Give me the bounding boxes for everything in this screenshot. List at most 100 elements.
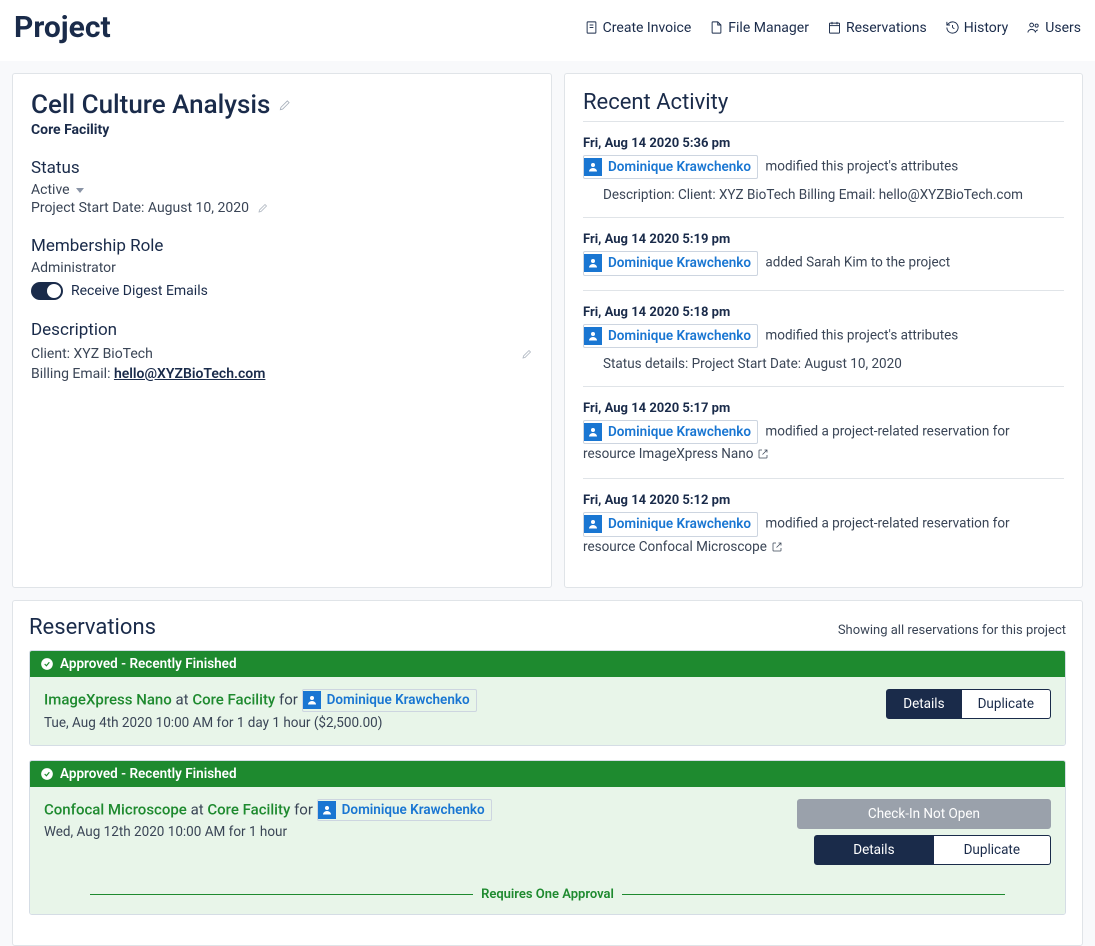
reservation-status-bar: Approved - Recently Finished [30, 761, 1065, 787]
nav-users[interactable]: Users [1026, 20, 1081, 36]
user-chip[interactable]: Dominique Krawchenko [583, 251, 758, 275]
user-chip[interactable]: Dominique Krawchenko [583, 512, 758, 536]
client-text: Client: XYZ BioTech [31, 346, 153, 362]
nav-file-manager[interactable]: File Manager [709, 20, 809, 36]
billing-row: Billing Email: hello@XYZBioTech.com [31, 366, 533, 382]
facility-name: Core Facility [31, 122, 533, 138]
activity-detail: Status details: Project Start Date: Augu… [603, 356, 1064, 372]
reservations-section: Reservations Showing all reservations fo… [12, 600, 1083, 946]
nav-users-label: Users [1045, 20, 1081, 36]
user-chip[interactable]: Dominique Krawchenko [583, 324, 758, 348]
edit-description-icon[interactable] [521, 348, 533, 360]
user-chip-name: Dominique Krawchenko [336, 800, 491, 821]
activity-body: Dominique Krawchenko modified a project-… [583, 420, 1064, 465]
user-icon [584, 158, 602, 176]
reservation-timing: Tue, Aug 4th 2020 10:00 AM for 1 day 1 h… [44, 714, 481, 733]
activity-action: modified this project's attributes [765, 327, 958, 343]
user-chip-name: Dominique Krawchenko [602, 156, 757, 178]
reservation-status-bar: Approved - Recently Finished [30, 651, 1065, 677]
caret-down-icon [76, 188, 84, 193]
checkin-disabled-button: Check-In Not Open [797, 799, 1051, 829]
reservation-facility[interactable]: Core Facility [207, 800, 290, 818]
edit-title-icon[interactable] [278, 98, 292, 112]
nav-file-manager-label: File Manager [728, 20, 809, 36]
page-title: Project [14, 10, 111, 45]
reservation-card: Approved - Recently Finished Confocal Mic… [29, 760, 1066, 915]
user-chip-name: Dominique Krawchenko [602, 421, 757, 443]
nav-create-invoice[interactable]: Create Invoice [584, 20, 692, 36]
digest-label: Receive Digest Emails [71, 283, 208, 299]
nav-reservations-label: Reservations [846, 20, 927, 36]
project-title: Cell Culture Analysis [31, 90, 270, 120]
users-icon [1026, 20, 1041, 35]
billing-email-link[interactable]: hello@XYZBioTech.com [114, 366, 265, 382]
reservations-title: Reservations [29, 615, 156, 640]
activity-item: Fri, Aug 14 2020 5:36 pm Dominique Krawch… [583, 121, 1064, 217]
history-icon [945, 20, 960, 35]
membership-value: Administrator [31, 260, 533, 276]
calendar-icon [827, 20, 842, 35]
user-chip-name: Dominique Krawchenko [321, 690, 476, 711]
membership-label: Membership Role [31, 236, 533, 256]
reservation-resource[interactable]: ImageXpress Nano [44, 690, 172, 708]
user-chip-name: Dominique Krawchenko [602, 325, 757, 347]
nav-reservations[interactable]: Reservations [827, 20, 927, 36]
invoice-icon [584, 20, 599, 35]
activity-item: Fri, Aug 14 2020 5:12 pm Dominique Krawch… [583, 478, 1064, 571]
project-info-card: Cell Culture Analysis Core Facility Stat… [12, 73, 552, 588]
user-chip-name: Dominique Krawchenko [602, 252, 757, 274]
activity-time: Fri, Aug 14 2020 5:19 pm [583, 232, 1064, 247]
status-dropdown[interactable]: Active [31, 182, 533, 198]
activity-item: Fri, Aug 14 2020 5:17 pm Dominique Krawch… [583, 386, 1064, 479]
edit-start-date-icon[interactable] [257, 202, 269, 214]
user-icon [584, 515, 602, 533]
activity-time: Fri, Aug 14 2020 5:18 pm [583, 305, 1064, 320]
description-label: Description [31, 320, 533, 340]
reservation-card: Approved - Recently Finished ImageXpress … [29, 650, 1066, 746]
activity-item: Fri, Aug 14 2020 5:18 pm Dominique Krawch… [583, 290, 1064, 386]
activity-time: Fri, Aug 14 2020 5:17 pm [583, 401, 1064, 416]
activity-detail: Description: Client: XYZ BioTech Billing… [603, 187, 1064, 203]
external-link-icon[interactable] [757, 448, 769, 460]
details-button[interactable]: Details [886, 689, 961, 719]
recent-activity-card: Recent Activity Fri, Aug 14 2020 5:36 pm… [564, 73, 1083, 588]
user-icon [584, 423, 602, 441]
reservation-status-text: Approved - Recently Finished [60, 766, 237, 782]
activity-time: Fri, Aug 14 2020 5:36 pm [583, 136, 1064, 151]
reservation-facility[interactable]: Core Facility [192, 690, 275, 708]
activity-action: modified this project's attributes [765, 159, 958, 175]
status-label: Status [31, 158, 533, 178]
activity-item: Fri, Aug 14 2020 5:19 pm Dominique Krawch… [583, 217, 1064, 289]
top-nav: Create Invoice File Manager Reservations… [584, 20, 1081, 36]
duplicate-button[interactable]: Duplicate [962, 689, 1051, 719]
start-date-text: Project Start Date: August 10, 2020 [31, 200, 249, 216]
duplicate-button[interactable]: Duplicate [934, 835, 1051, 865]
activity-body: Dominique Krawchenko modified this proje… [583, 324, 1064, 348]
reservation-timing: Wed, Aug 12th 2020 10:00 AM for 1 hour [44, 823, 496, 842]
user-icon [318, 801, 336, 819]
external-link-icon[interactable] [771, 541, 783, 553]
nav-history[interactable]: History [945, 20, 1009, 36]
reservation-status-text: Approved - Recently Finished [60, 656, 237, 672]
user-chip-name: Dominique Krawchenko [602, 513, 757, 535]
user-chip[interactable]: Dominique Krawchenko [317, 799, 492, 822]
nav-create-invoice-label: Create Invoice [603, 20, 692, 36]
activity-body: Dominique Krawchenko modified this proje… [583, 155, 1064, 179]
activity-time: Fri, Aug 14 2020 5:12 pm [583, 493, 1064, 508]
activity-body: Dominique Krawchenko modified a project-… [583, 512, 1064, 557]
activity-action: added Sarah Kim to the project [765, 255, 950, 271]
activity-body: Dominique Krawchenko added Sarah Kim to … [583, 251, 1064, 275]
user-chip[interactable]: Dominique Krawchenko [583, 420, 758, 444]
user-chip[interactable]: Dominique Krawchenko [583, 155, 758, 179]
digest-toggle[interactable] [31, 282, 63, 300]
reservation-resource[interactable]: Confocal Microscope [44, 800, 187, 818]
reservations-subtitle: Showing all reservations for this projec… [838, 623, 1066, 638]
user-icon [584, 254, 602, 272]
billing-label: Billing Email: [31, 366, 114, 382]
user-icon [303, 691, 321, 709]
file-icon [709, 20, 724, 35]
user-icon [584, 327, 602, 345]
details-button[interactable]: Details [814, 835, 933, 865]
status-value: Active [31, 182, 70, 198]
user-chip[interactable]: Dominique Krawchenko [302, 689, 477, 712]
